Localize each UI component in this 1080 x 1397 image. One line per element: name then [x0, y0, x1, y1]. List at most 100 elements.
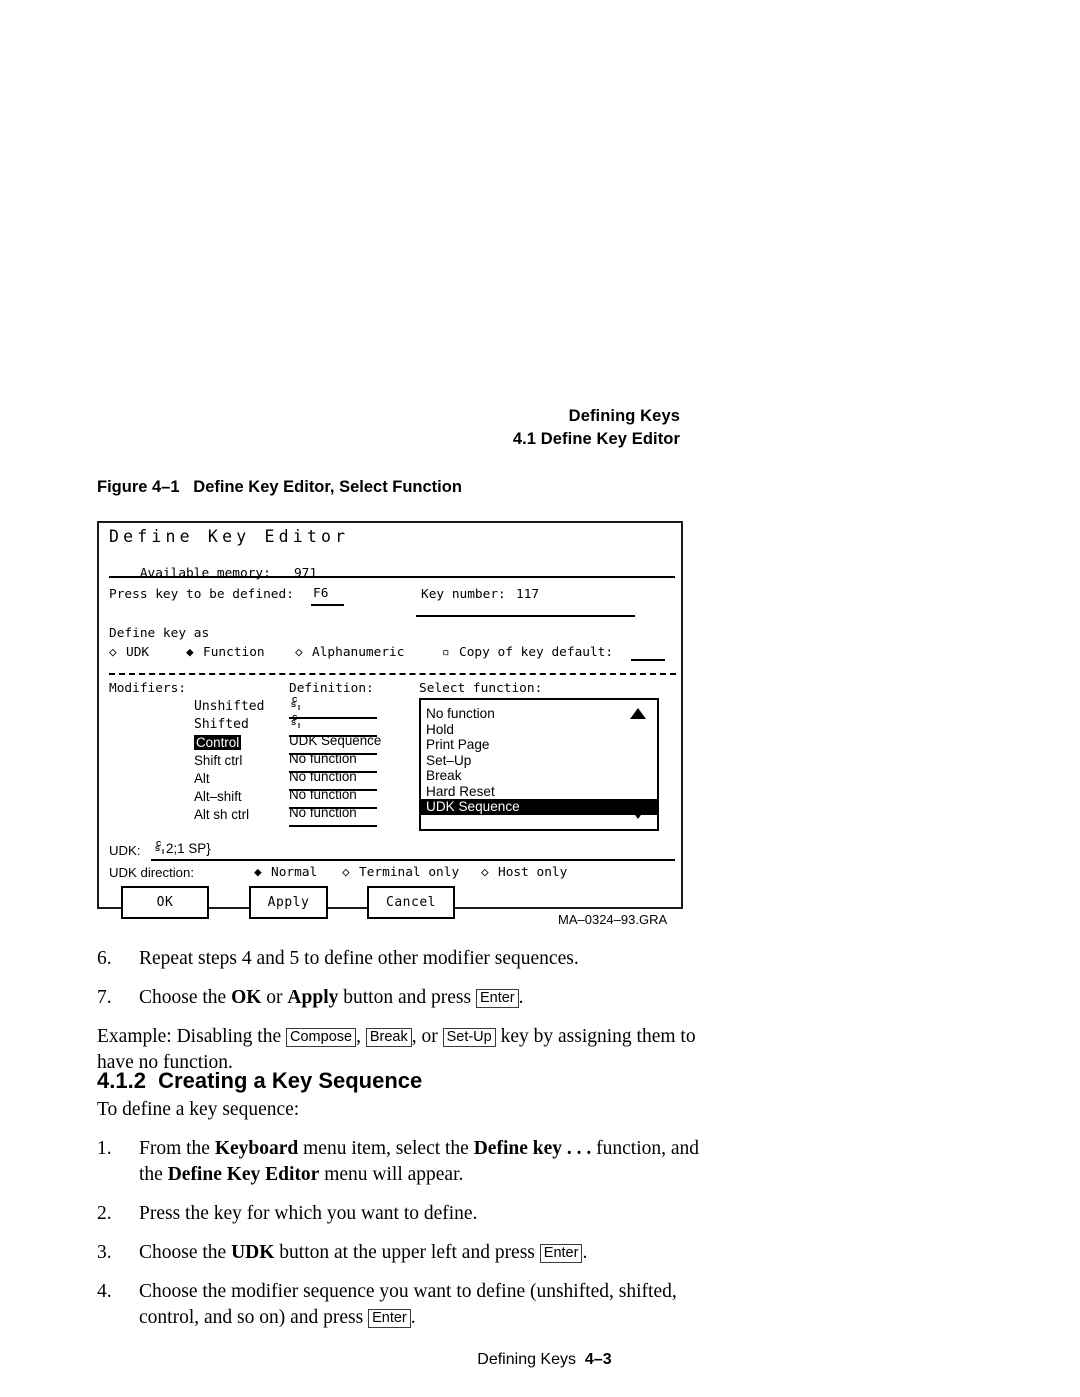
- copy-of-key-default-underline[interactable]: [631, 659, 665, 661]
- definition-item-7[interactable]: No function: [289, 805, 357, 820]
- press-key-underline: [311, 604, 344, 606]
- example-part3: , or: [411, 1026, 443, 1047]
- definition-item-2[interactable]: CSI: [291, 713, 302, 730]
- definition-item-1[interactable]: CSI: [291, 695, 302, 712]
- radio-terminal-only[interactable]: ◇: [342, 865, 350, 880]
- definition-item-5[interactable]: No function: [289, 769, 357, 784]
- figure-caption: Figure 4–1 Define Key Editor, Select Fun…: [97, 478, 462, 496]
- keycap-break: Break: [365, 1028, 412, 1047]
- cancel-button[interactable]: Cancel: [367, 886, 455, 919]
- radio-host-only[interactable]: ◇: [481, 865, 489, 880]
- copy-of-key-default-label: Copy of key default:: [459, 645, 614, 660]
- running-head-line2: 4.1 Define Key Editor: [512, 430, 680, 448]
- definition-item-3[interactable]: UDK Sequence: [289, 733, 381, 748]
- radio-alphanumeric[interactable]: ◇: [295, 645, 303, 660]
- definition-item-4[interactable]: No function: [289, 751, 357, 766]
- definition-underline-7: [289, 825, 377, 827]
- radio-normal-label[interactable]: Normal: [271, 865, 317, 880]
- radio-udk[interactable]: ◇: [109, 645, 117, 660]
- radio-alphanumeric-label[interactable]: Alphanumeric: [312, 645, 404, 660]
- radio-host-only-label[interactable]: Host only: [498, 865, 567, 880]
- define-key-editor-dialog: Define Key Editor Available memory: 971 …: [97, 521, 683, 919]
- radio-function[interactable]: ◆: [186, 645, 194, 660]
- radio-function-label[interactable]: Function: [203, 645, 265, 660]
- list-item-no-function[interactable]: No function: [421, 706, 657, 722]
- step-1-bold-define-key: Define key . . .: [473, 1138, 592, 1159]
- example-part1: Example: Disabling the: [97, 1026, 287, 1047]
- press-key-value[interactable]: F6: [313, 586, 328, 601]
- footer-page-number: 4–3: [584, 1351, 612, 1368]
- keycap-set-up: Set-Up: [442, 1028, 496, 1047]
- section-divider-dashed: [109, 673, 676, 675]
- step-1-part2: menu item, select the: [298, 1138, 474, 1159]
- udk-direction-label: UDK direction:: [109, 865, 195, 880]
- step-3-number: 3.: [97, 1242, 112, 1263]
- list-item-print-page[interactable]: Print Page: [421, 737, 657, 753]
- keycap-enter: Enter: [475, 989, 519, 1008]
- select-function-listbox[interactable]: No function Hold Print Page Set–Up Break…: [419, 698, 659, 831]
- csi-control-glyph: CSI: [291, 713, 301, 730]
- modifier-item-control-label: Control: [194, 735, 242, 750]
- prose-block-lower: To define a key sequence: 1. From the Key…: [97, 1097, 712, 1344]
- footer-title: Defining Keys: [477, 1351, 576, 1368]
- step-1-part4: menu will appear.: [319, 1164, 464, 1185]
- keycap-enter: Enter: [539, 1244, 583, 1263]
- list-item-udk-sequence[interactable]: UDK Sequence: [421, 799, 657, 815]
- modifier-item-shift-ctrl[interactable]: Shift ctrl: [194, 753, 242, 768]
- definition-header: Definition:: [289, 681, 374, 696]
- udk-value-text: 2;1 SP}: [166, 841, 211, 856]
- triangle-down-icon[interactable]: [630, 808, 646, 819]
- list-item-break[interactable]: Break: [421, 768, 657, 784]
- step-1-part1: From the: [139, 1138, 215, 1159]
- step-7-part2: or: [261, 987, 288, 1008]
- key-number-label: Key number:: [421, 587, 506, 602]
- modifiers-header: Modifiers:: [109, 681, 187, 696]
- definition-underline-1: [289, 717, 377, 719]
- list-item-hard-reset[interactable]: Hard Reset: [421, 784, 657, 800]
- figure-graphic-id: MA–0324–93.GRA: [558, 912, 668, 927]
- page-footer: Defining Keys 4–3: [0, 1333, 1080, 1369]
- udk-value[interactable]: C S I 2;1 SP}: [155, 840, 211, 856]
- available-memory-label: Available memory:: [139, 566, 271, 581]
- keycap-enter: Enter: [368, 1309, 411, 1328]
- step-3-part2: button at the upper left and press: [274, 1242, 540, 1263]
- step-3-bold-udk: UDK: [231, 1242, 275, 1263]
- key-number-value: 117: [516, 587, 540, 602]
- modifier-item-alt-sh-ctrl[interactable]: Alt sh ctrl: [194, 807, 249, 822]
- modifier-item-control[interactable]: Control: [194, 735, 242, 750]
- step-7: 7. Choose the OK or Apply button and pres…: [97, 985, 712, 1011]
- modifier-item-alt-shift[interactable]: Alt–shift: [194, 789, 242, 804]
- keycap-compose: Compose: [286, 1028, 357, 1047]
- list-item-hold[interactable]: Hold: [421, 722, 657, 738]
- section-heading-4-1-2: 4.1.2 Creating a Key Sequence: [97, 1068, 423, 1093]
- step-6-text: Repeat steps 4 and 5 to define other mod…: [139, 948, 579, 969]
- step-7-part4: .: [518, 987, 524, 1008]
- checkbox-copy-of-key-default[interactable]: ▫: [442, 645, 450, 660]
- step-7-bold-ok: OK: [231, 987, 262, 1008]
- step-3: 3. Choose the UDK button at the upper lef…: [97, 1240, 712, 1266]
- list-item-set-up[interactable]: Set–Up: [421, 753, 657, 769]
- apply-button[interactable]: Apply: [249, 886, 328, 919]
- modifier-item-unshifted[interactable]: Unshifted: [194, 699, 264, 714]
- radio-terminal-only-label[interactable]: Terminal only: [359, 865, 459, 880]
- triangle-up-icon[interactable]: [630, 708, 646, 719]
- step-7-part1: Choose the: [139, 987, 232, 1008]
- modifier-item-shifted[interactable]: Shifted: [194, 717, 249, 732]
- step-7-part3: button and press: [338, 987, 476, 1008]
- definition-item-6[interactable]: No function: [289, 787, 357, 802]
- step-2-number: 2.: [97, 1203, 112, 1224]
- define-key-as-label: Define key as: [109, 626, 210, 641]
- radio-normal[interactable]: ◆: [254, 865, 262, 880]
- ok-button[interactable]: OK: [121, 886, 209, 919]
- radio-udk-label[interactable]: UDK: [126, 645, 149, 660]
- udk-underline: [151, 859, 675, 861]
- step-1-number: 1.: [97, 1138, 112, 1159]
- step-4-part2: .: [410, 1307, 416, 1328]
- available-memory-value: 971: [293, 566, 318, 581]
- csi-control-glyph: CSI: [291, 695, 301, 712]
- step-3-part1: Choose the: [139, 1242, 232, 1263]
- modifier-item-alt[interactable]: Alt: [194, 771, 210, 786]
- step-6-number: 6.: [97, 948, 112, 969]
- step-4: 4. Choose the modifier sequence you want …: [97, 1279, 712, 1331]
- udk-label: UDK:: [109, 843, 141, 858]
